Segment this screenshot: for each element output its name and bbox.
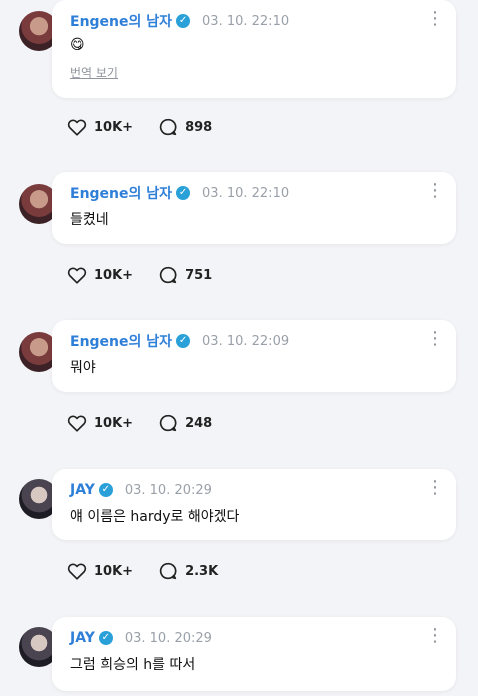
like-count: 10K+ [94,563,134,579]
comment-count: 898 [185,119,213,135]
timestamp: 03. 10. 20:29 [124,630,212,646]
comment-count: 2.3K [185,563,219,579]
verified-check-icon: ✓ [176,14,191,28]
heart-icon [67,267,87,284]
message-text: 들켰네 [70,212,109,228]
verified-check-icon: ✓ [176,186,191,200]
like-button[interactable]: 10K+ [66,412,133,434]
author-name[interactable]: JAY [70,630,95,646]
message-text: 😋 [70,37,85,53]
translate-link[interactable]: 번역 보기 [70,64,118,81]
comment-button[interactable]: 898 [157,116,212,138]
heart-icon [67,415,87,432]
author-name[interactable]: JAY [70,482,95,498]
post-actions: 10K+ 2.3K [66,560,218,582]
more-vertical-icon[interactable]: ⋮ [426,328,444,350]
timestamp: 03. 10. 22:10 [202,13,290,29]
more-vertical-icon[interactable]: ⋮ [426,625,444,647]
post-bubble: Engene의 남자 ✓ 03. 10. 22:10 ⋮ 들켰네 [52,172,456,244]
more-vertical-icon[interactable]: ⋮ [426,477,444,499]
comment-button[interactable]: 2.3K [157,560,218,582]
comment-bubble-icon [159,414,177,432]
like-button[interactable]: 10K+ [66,264,133,286]
timestamp: 03. 10. 20:29 [124,482,212,498]
comment-bubble-icon [159,266,177,284]
like-count: 10K+ [94,415,134,431]
more-vertical-icon[interactable]: ⋮ [426,8,444,30]
post-bubble: JAY ✓ 03. 10. 20:29 ⋮ 얘 이름은 hardy로 해야겠다 [52,469,456,540]
verified-check-icon: ✓ [176,334,191,348]
heart-icon [67,563,87,580]
timestamp: 03. 10. 22:10 [202,185,290,201]
comment-button[interactable]: 248 [157,412,212,434]
comment-bubble-icon [159,562,177,580]
comment-bubble-icon [159,118,177,136]
comment-button[interactable]: 751 [157,264,212,286]
like-count: 10K+ [94,267,134,283]
post-bubble: Engene의 남자 ✓ 03. 10. 22:10 ⋮ 😋 번역 보기 [52,0,456,98]
author-name[interactable]: Engene의 남자 [70,183,172,203]
post-actions: 10K+ 751 [66,264,212,286]
post-bubble: Engene의 남자 ✓ 03. 10. 22:09 ⋮ 뭐야 [52,320,456,392]
message-text: 그럼 희승의 h를 따서 [70,657,196,673]
timestamp: 03. 10. 22:09 [202,333,290,349]
comment-feed: Engene의 남자 ✓ 03. 10. 22:10 ⋮ 😋 번역 보기 10K… [0,0,478,696]
verified-check-icon: ✓ [98,483,113,497]
heart-icon [67,119,87,136]
post-actions: 10K+ 248 [66,412,212,434]
like-button[interactable]: 10K+ [66,560,133,582]
comment-count: 751 [185,267,213,283]
verified-check-icon: ✓ [98,631,113,645]
message-text: 뭐야 [70,360,96,376]
post-bubble: JAY ✓ 03. 10. 20:29 ⋮ 그럼 희승의 h를 따서 [52,617,456,691]
post-actions: 10K+ 898 [66,116,212,138]
more-vertical-icon[interactable]: ⋮ [426,180,444,202]
author-name[interactable]: Engene의 남자 [70,11,172,31]
author-name[interactable]: Engene의 남자 [70,331,172,351]
message-text: 얘 이름은 hardy로 해야겠다 [70,509,240,525]
like-count: 10K+ [94,119,134,135]
like-button[interactable]: 10K+ [66,116,133,138]
comment-count: 248 [185,415,213,431]
